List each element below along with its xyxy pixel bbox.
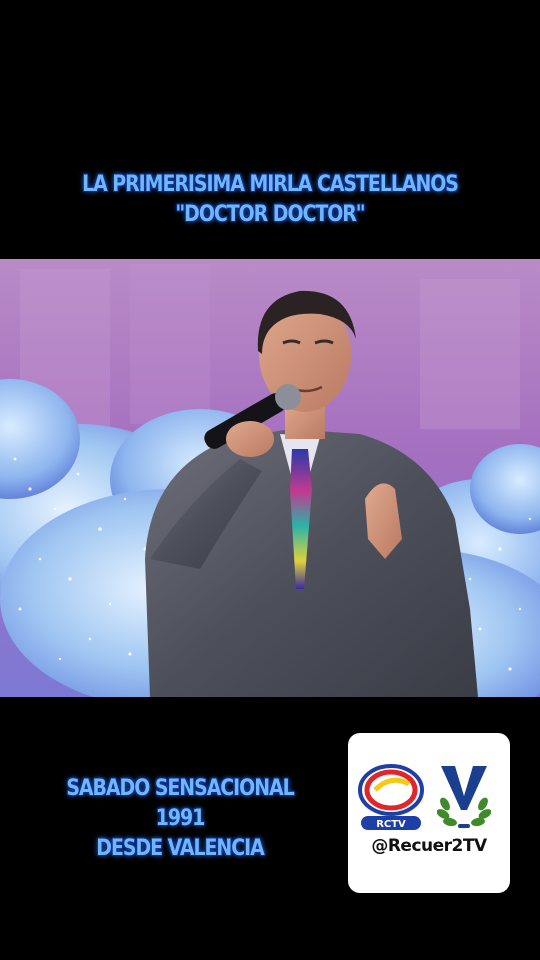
location-line: DESDE VALENCIA xyxy=(96,836,264,861)
top-caption: LA PRIMERISIMA MIRLA CASTELLANOS "DOCTOR… xyxy=(38,170,502,230)
bottom-caption: SABADO SENSACIONAL 1991 DESDE VALENCIA xyxy=(25,774,335,864)
video-frame xyxy=(0,259,540,697)
show-name-line: SABADO SENSACIONAL xyxy=(66,776,294,801)
stage-scene xyxy=(0,259,540,697)
channel-logo-card: RCTV @Recuer2TV xyxy=(348,733,510,893)
svg-text:RCTV: RCTV xyxy=(376,819,406,830)
channel-handle: @Recuer2TV xyxy=(371,836,487,856)
year-line: 1991 xyxy=(155,806,206,831)
top-title-line-1: LA PRIMERISIMA MIRLA CASTELLANOS xyxy=(82,172,459,197)
top-title-line-2: "DOCTOR DOCTOR" xyxy=(175,202,365,227)
rctv-logo-icon: RCTV xyxy=(358,764,424,830)
singer-left-hand xyxy=(226,421,274,457)
v-laurel-logo-icon xyxy=(437,766,491,828)
rctv-label: RCTV xyxy=(376,819,406,830)
video-screen: LA PRIMERISIMA MIRLA CASTELLANOS "DOCTOR… xyxy=(0,0,540,960)
